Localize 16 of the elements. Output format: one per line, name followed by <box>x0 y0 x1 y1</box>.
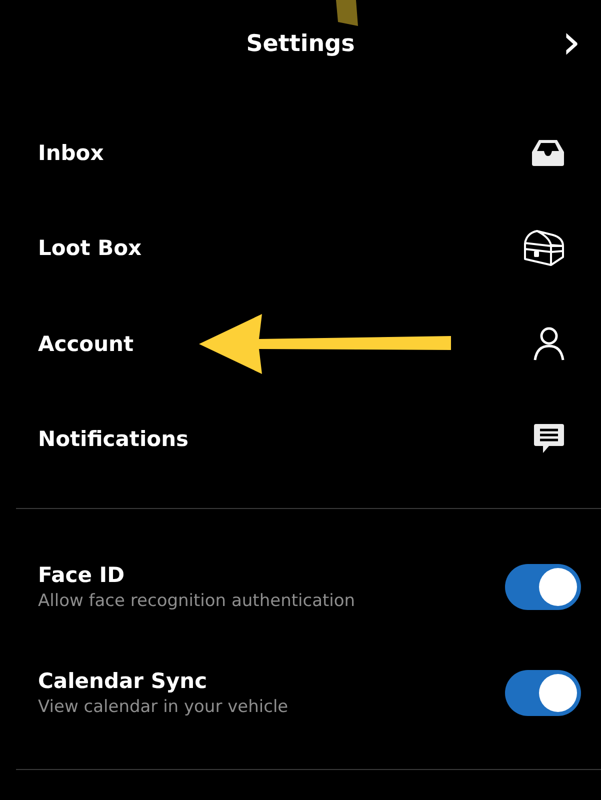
setting-description: Allow face recognition authentication <box>38 591 356 611</box>
toggle-switch[interactable] <box>505 564 581 610</box>
setting-label: Calendar Sync <box>38 669 208 693</box>
menu-item[interactable]: Account <box>0 296 601 392</box>
toggle-switch[interactable] <box>505 670 581 716</box>
screen-title: Settings <box>246 31 355 57</box>
inbox-icon <box>531 138 565 168</box>
menu-item[interactable]: Notifications <box>0 392 601 487</box>
person-icon <box>533 326 565 361</box>
menu-item[interactable]: Inbox <box>0 105 601 200</box>
message-icon <box>533 423 565 456</box>
setting-label: Face ID <box>38 563 126 587</box>
chest-icon <box>523 229 565 268</box>
setting-description: View calendar in your vehicle <box>38 697 288 717</box>
menu-item[interactable]: Loot Box <box>0 200 601 296</box>
forward-button[interactable]: › <box>558 18 585 66</box>
